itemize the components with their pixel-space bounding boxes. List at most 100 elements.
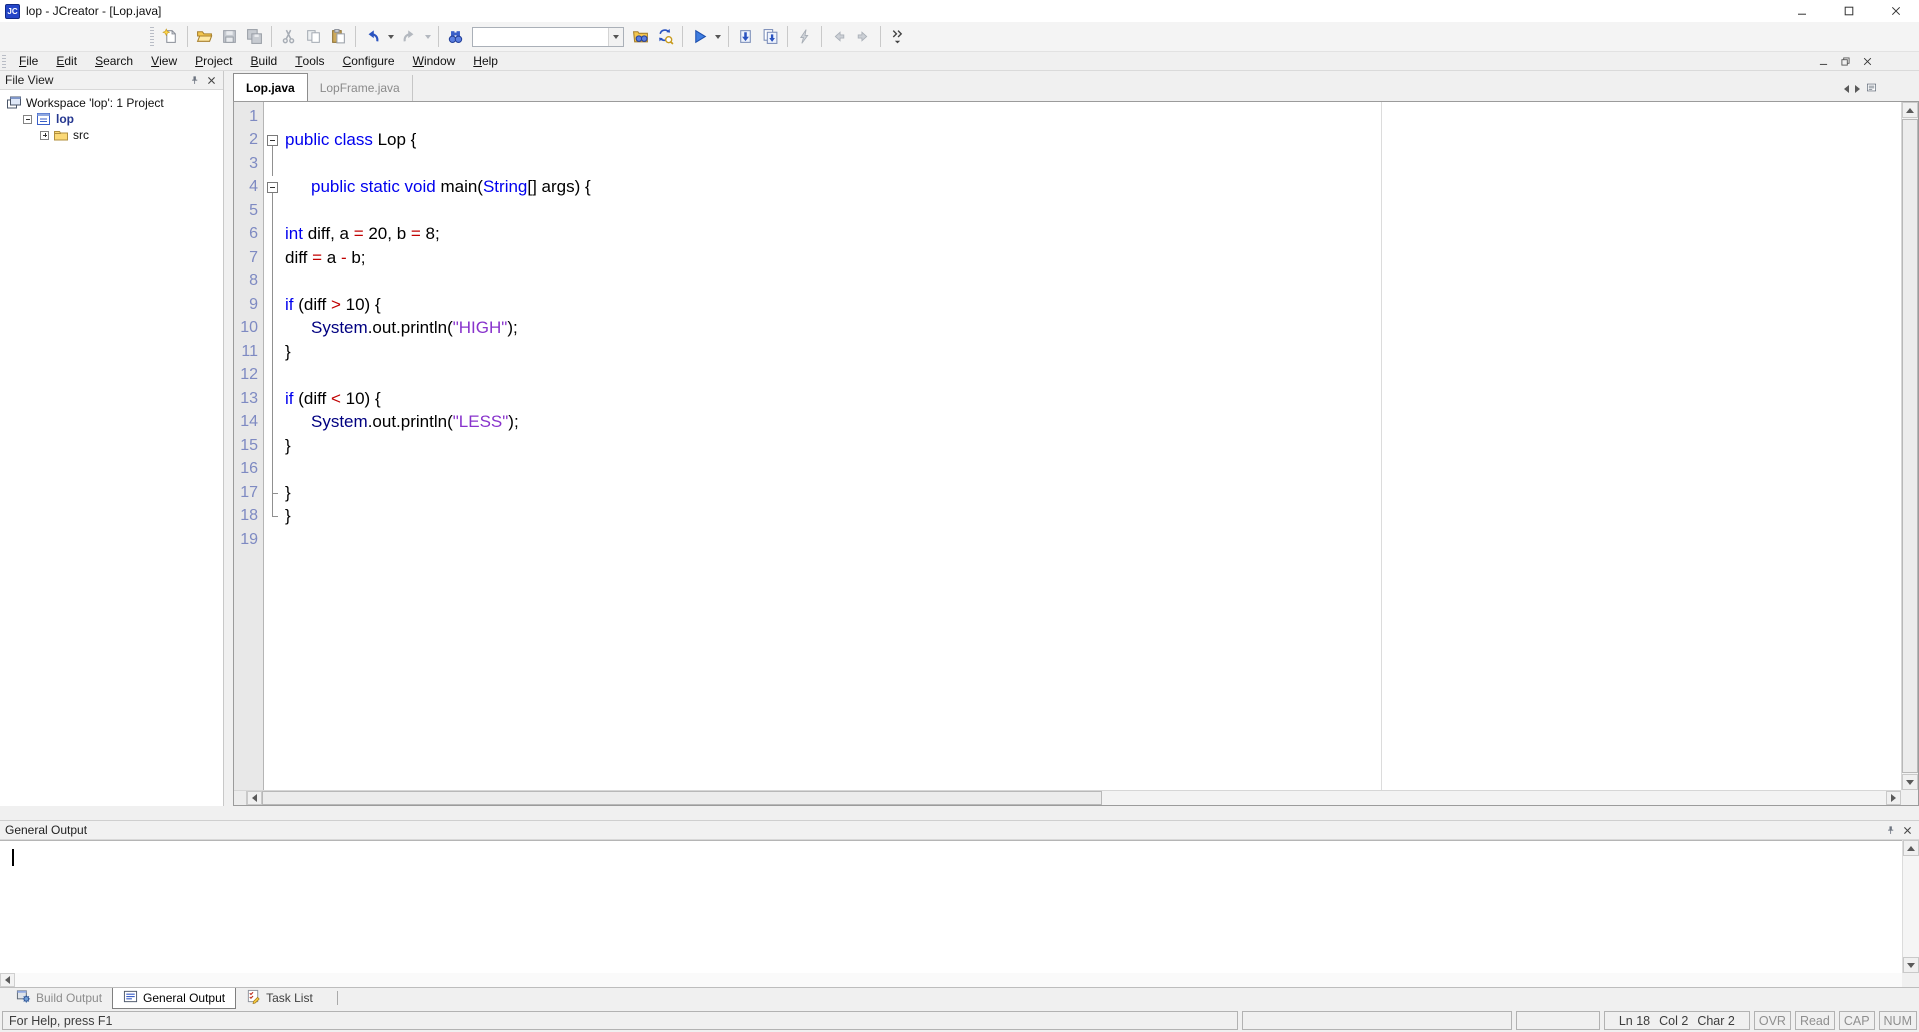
collapse-icon[interactable]	[23, 115, 32, 124]
code-line-12[interactable]: 12	[234, 364, 1901, 388]
tab-list-icon[interactable]	[1866, 82, 1877, 95]
output-vertical-scrollbar[interactable]	[1902, 840, 1919, 973]
output-close-icon[interactable]	[1900, 823, 1914, 837]
document-restore-button[interactable]	[1835, 54, 1855, 69]
code-line-6[interactable]: 6int diff, a = 20, b = 8;	[234, 223, 1901, 247]
scroll-left-arrow-icon[interactable]	[247, 791, 262, 805]
search-input[interactable]	[473, 28, 608, 46]
redo-dropdown[interactable]	[422, 25, 434, 49]
code-line-19[interactable]: 19	[234, 528, 1901, 552]
scroll-right-arrow-icon[interactable]	[1886, 791, 1901, 805]
menu-edit[interactable]: Edit	[47, 52, 86, 70]
vertical-scroll-thumb[interactable]	[1902, 119, 1918, 773]
redo-button[interactable]	[397, 25, 422, 49]
code-line-10[interactable]: 10System.out.println("HIGH");	[234, 317, 1901, 341]
find-in-files-button[interactable]	[628, 25, 653, 49]
menubar-grip[interactable]	[2, 55, 6, 68]
toolbar-grip[interactable]	[150, 27, 154, 47]
fold-toggle[interactable]	[264, 176, 281, 200]
code-line-2[interactable]: 2public class Lop {	[234, 129, 1901, 153]
close-button[interactable]	[1872, 0, 1919, 22]
expand-icon[interactable]	[40, 131, 49, 140]
horizontal-scroll-track[interactable]	[1102, 791, 1886, 805]
fold-collapse-icon[interactable]	[267, 182, 278, 193]
code-line-11[interactable]: 11}	[234, 340, 1901, 364]
menu-window[interactable]: Window	[404, 52, 465, 70]
fold-toggle[interactable]	[264, 129, 281, 153]
code-line-7[interactable]: 7diff = a - b;	[234, 246, 1901, 270]
output-scroll-up-icon[interactable]	[1903, 840, 1919, 856]
find-button[interactable]	[443, 25, 468, 49]
save-all-button[interactable]	[242, 25, 267, 49]
code-line-13[interactable]: 13if (diff < 10) {	[234, 387, 1901, 411]
tree-item-workspace[interactable]: Workspace 'lop': 1 Project	[0, 95, 223, 111]
code-line-14[interactable]: 14System.out.println("LESS");	[234, 411, 1901, 435]
document-close-button[interactable]	[1857, 54, 1877, 69]
menu-view[interactable]: View	[142, 52, 186, 70]
cut-button[interactable]	[276, 25, 301, 49]
file-view-close-icon[interactable]	[204, 73, 218, 87]
output-horizontal-scrollbar[interactable]	[0, 973, 1902, 987]
new-file-button[interactable]	[158, 25, 183, 49]
replace-in-files-button[interactable]	[653, 25, 678, 49]
copy-button[interactable]	[301, 25, 326, 49]
tree-item-lop[interactable]: lop	[0, 111, 223, 127]
output-scroll-left-icon[interactable]	[0, 973, 15, 987]
code-line-1[interactable]: 1	[234, 105, 1901, 129]
menu-configure[interactable]: Configure	[334, 52, 404, 70]
editor-vertical-scrollbar[interactable]	[1901, 102, 1918, 790]
menu-build[interactable]: Build	[242, 52, 287, 70]
tab-lopframe-java[interactable]: LopFrame.java	[308, 75, 413, 101]
paste-button[interactable]	[326, 25, 351, 49]
menu-help[interactable]: Help	[464, 52, 507, 70]
tab-scroll-left-icon[interactable]	[1844, 85, 1849, 93]
toolbar-overflow-button[interactable]	[885, 25, 910, 49]
tab-lop-java[interactable]: Lop.java	[233, 73, 308, 101]
file-view-pin-icon[interactable]	[187, 73, 201, 87]
output-pin-icon[interactable]	[1883, 823, 1897, 837]
execute-button[interactable]	[792, 25, 817, 49]
tab-build-output[interactable]: Build Output	[6, 988, 112, 1008]
tab-scroll-right-icon[interactable]	[1855, 85, 1860, 93]
tab-general-output[interactable]: General Output	[112, 988, 236, 1009]
code-line-9[interactable]: 9if (diff > 10) {	[234, 293, 1901, 317]
combo-dropdown-arrow-icon[interactable]	[608, 28, 623, 46]
tree-item-src[interactable]: src	[0, 127, 223, 143]
scroll-up-arrow-icon[interactable]	[1902, 102, 1918, 118]
code-line-5[interactable]: 5	[234, 199, 1901, 223]
maximize-button[interactable]	[1825, 0, 1872, 22]
code-line-17[interactable]: 17}	[234, 481, 1901, 505]
undo-button[interactable]	[360, 25, 385, 49]
save-button[interactable]	[217, 25, 242, 49]
panel-splitter[interactable]	[224, 71, 233, 806]
hsplit-grip[interactable]	[234, 791, 247, 805]
scroll-down-arrow-icon[interactable]	[1902, 774, 1918, 790]
code-line-15[interactable]: 15}	[234, 434, 1901, 458]
open-file-button[interactable]	[192, 25, 217, 49]
code-area[interactable]: 12public class Lop {34public static void…	[234, 102, 1901, 790]
code-line-4[interactable]: 4public static void main(String[] args) …	[234, 176, 1901, 200]
navigate-forward-button[interactable]	[851, 25, 876, 49]
output-content[interactable]	[0, 840, 1902, 973]
tab-task-list[interactable]: Task List	[236, 988, 323, 1008]
document-minimize-button[interactable]	[1813, 54, 1833, 69]
menu-search[interactable]: Search	[86, 52, 142, 70]
fold-collapse-icon[interactable]	[267, 135, 278, 146]
minimize-button[interactable]	[1778, 0, 1825, 22]
editor-horizontal-scrollbar[interactable]	[234, 790, 1901, 805]
code-line-3[interactable]: 3	[234, 152, 1901, 176]
undo-dropdown[interactable]	[385, 25, 397, 49]
run-dropdown[interactable]	[712, 25, 724, 49]
horizontal-scroll-thumb[interactable]	[262, 791, 1102, 805]
editor[interactable]: 12public class Lop {34public static void…	[233, 101, 1919, 806]
run-button[interactable]	[687, 25, 712, 49]
code-line-8[interactable]: 8	[234, 270, 1901, 294]
menu-file[interactable]: File	[10, 52, 47, 70]
code-line-18[interactable]: 18}	[234, 505, 1901, 529]
build-project-button[interactable]	[758, 25, 783, 49]
code-line-16[interactable]: 16	[234, 458, 1901, 482]
compile-file-button[interactable]	[733, 25, 758, 49]
menu-project[interactable]: Project	[186, 52, 241, 70]
navigate-back-button[interactable]	[826, 25, 851, 49]
output-scroll-down-icon[interactable]	[1903, 957, 1919, 973]
